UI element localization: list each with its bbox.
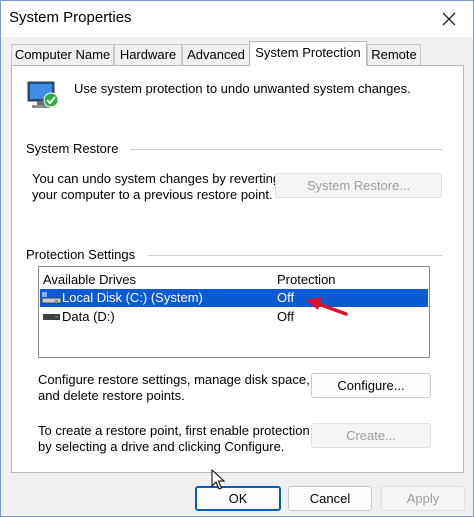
column-header-drives[interactable]: Available Drives bbox=[43, 272, 136, 287]
configure-description-1: Configure restore settings, manage disk … bbox=[38, 372, 310, 387]
ok-button[interactable]: OK bbox=[195, 486, 281, 511]
close-button[interactable] bbox=[435, 5, 463, 33]
system-restore-description-1: You can undo system changes by reverting bbox=[32, 171, 281, 186]
red-arrow-annotation bbox=[306, 297, 348, 316]
drive-row-c[interactable]: Local Disk (C:) (System) Off bbox=[40, 289, 428, 307]
mouse-cursor-icon bbox=[211, 469, 225, 490]
drive-name: Data (D:) bbox=[62, 309, 115, 324]
create-button[interactable]: Create... bbox=[311, 423, 431, 448]
drives-list[interactable]: Available Drives Protection Local Disk (… bbox=[38, 266, 430, 358]
tab-hardware[interactable]: Hardware bbox=[114, 44, 182, 65]
tab-remote[interactable]: Remote bbox=[367, 44, 421, 65]
close-icon bbox=[442, 12, 456, 26]
column-header-protection[interactable]: Protection bbox=[277, 272, 336, 287]
system-restore-group-title: System Restore bbox=[26, 141, 119, 156]
title-bar[interactable]: System Properties bbox=[1, 1, 473, 37]
group-divider bbox=[148, 255, 442, 256]
protection-settings-group-title: Protection Settings bbox=[26, 247, 136, 262]
tab-computer-name[interactable]: Computer Name bbox=[11, 44, 114, 65]
configure-button[interactable]: Configure... bbox=[311, 373, 431, 398]
drive-protection-status: Off bbox=[277, 290, 295, 305]
system-properties-window: System Properties Computer Name Hardware… bbox=[0, 0, 474, 517]
tab-advanced[interactable]: Advanced bbox=[182, 44, 250, 65]
drive-name: Local Disk (C:) (System) bbox=[62, 290, 203, 305]
drive-row-d[interactable]: Data (D:) Off bbox=[40, 308, 428, 326]
tab-strip: Computer Name Hardware Advanced System P… bbox=[1, 41, 473, 66]
system-drive-icon bbox=[42, 292, 62, 304]
header-text: Use system protection to undo unwanted s… bbox=[74, 81, 411, 96]
window-title: System Properties bbox=[9, 9, 132, 26]
apply-button[interactable]: Apply bbox=[381, 486, 465, 511]
system-restore-button[interactable]: System Restore... bbox=[275, 173, 442, 198]
tab-system-protection[interactable]: System Protection bbox=[249, 41, 367, 66]
system-protection-icon bbox=[27, 81, 59, 108]
system-restore-description-2: your computer to a previous restore poin… bbox=[32, 187, 273, 202]
configure-description-2: and delete restore points. bbox=[38, 388, 185, 403]
group-divider bbox=[130, 149, 442, 150]
cancel-button[interactable]: Cancel bbox=[288, 486, 372, 511]
create-description-2: by selecting a drive and clicking Config… bbox=[38, 439, 285, 454]
system-protection-panel: Use system protection to undo unwanted s… bbox=[11, 65, 464, 473]
create-description-1: To create a restore point, first enable … bbox=[38, 423, 310, 438]
drive-icon bbox=[43, 314, 60, 320]
drive-protection-status: Off bbox=[277, 309, 295, 324]
